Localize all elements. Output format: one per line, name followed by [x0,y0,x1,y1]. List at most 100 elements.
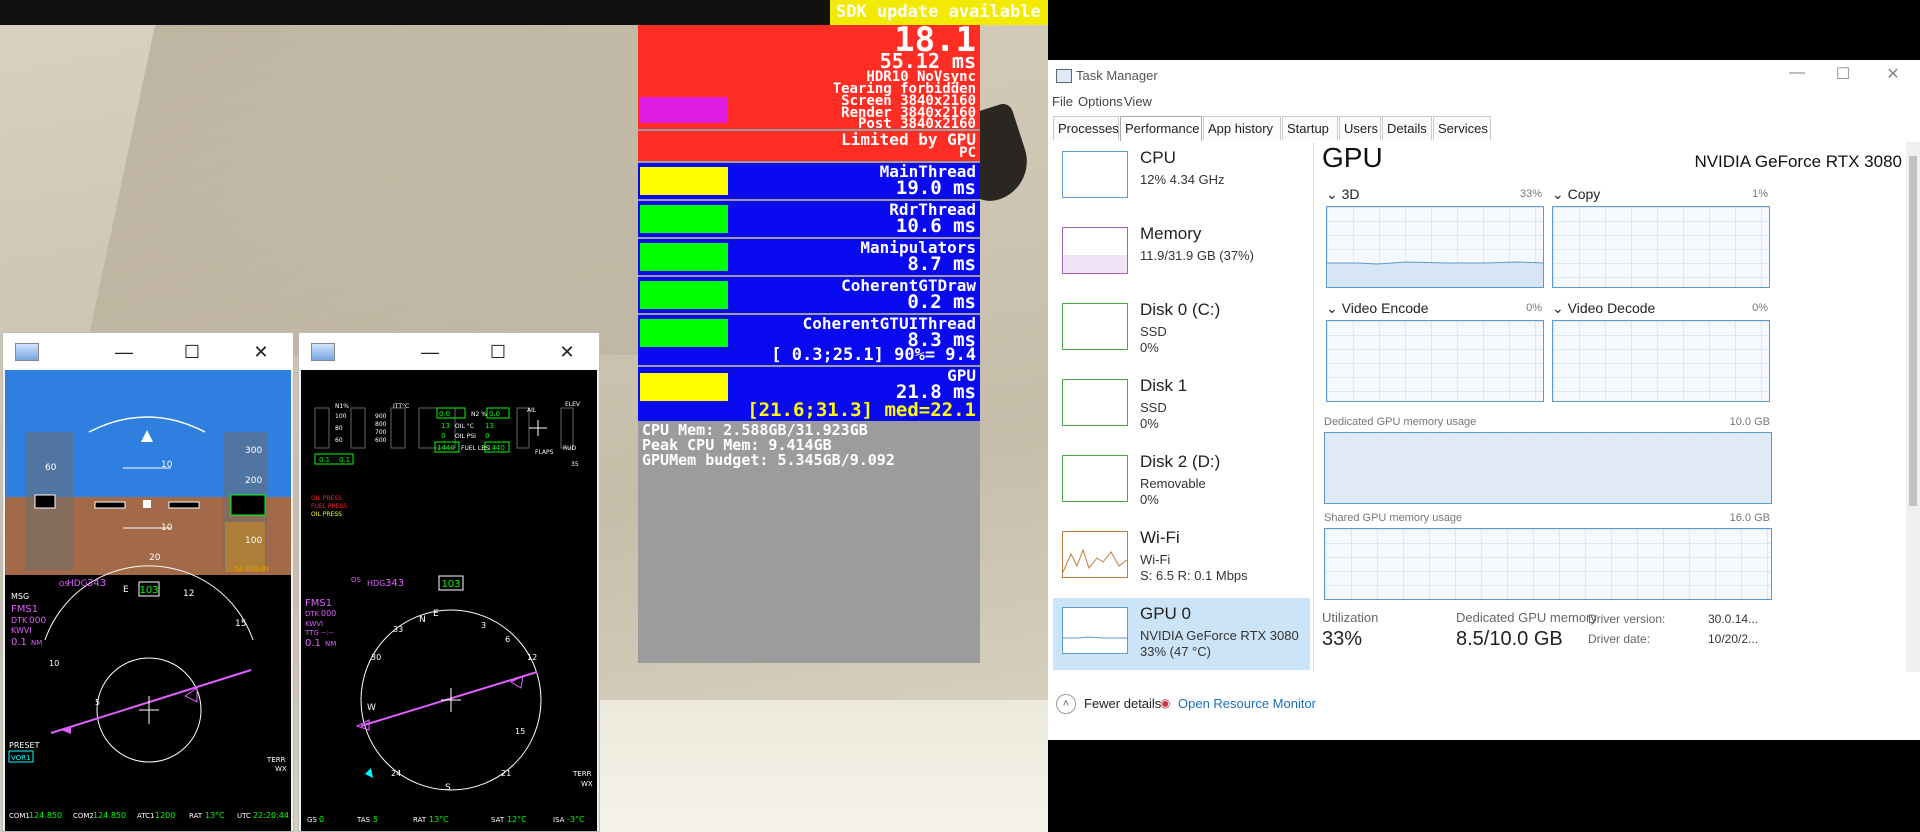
eis-kwvi: KWVI [305,620,323,628]
eis-display: N1% ITT°C 100 80 60 900 800 700 600 0.1 … [301,370,597,831]
eis-c100: 100 [335,413,347,420]
tab-processes[interactable]: Processes [1053,116,1119,140]
thread-ms: 19.0 ms [895,177,976,199]
menu-view[interactable]: View [1124,94,1152,109]
eis-flaps: FLAPS [535,449,554,456]
resource-item-disk1[interactable]: Disk 1 SSD 0% [1053,370,1310,442]
gpu-sparkline [1063,636,1127,639]
tab-users[interactable]: Users [1339,116,1381,140]
scrollbar[interactable] [1906,142,1920,672]
minimize-icon[interactable]: — [1782,64,1812,82]
resource-detail: 0% [1140,416,1159,431]
eis-compass-33: 33 [393,625,403,634]
close-icon[interactable]: ✕ [248,339,274,365]
resource-item-gpu0[interactable]: GPU 0 NVIDIA GeForce RTX 3080 33% (47 °C… [1053,598,1310,670]
thread-ms: 0.2 ms [907,291,976,313]
eis-c900: 900 [375,413,387,420]
task-manager-window[interactable]: Task Manager — ☐ ✕ File Options View Pro… [1048,60,1920,740]
pfd-speed-60: 60 [45,463,57,473]
eis-n1: N1% [335,403,349,410]
eis-compass-n: N [419,615,426,625]
engine-encode-label[interactable]: ⌄ Video Encode [1326,300,1429,317]
thread-bar [640,281,728,309]
engine-copy-label[interactable]: ⌄ Copy [1552,186,1600,203]
pfd-titlebar[interactable]: — ☐ ✕ [3,333,293,370]
eis-titlebar[interactable]: — ☐ ✕ [299,333,599,370]
gpu-stats: [21.6;31.3] med=22.1 [747,399,976,421]
tab-services[interactable]: Services [1433,116,1491,140]
gpu-thumbnail [1062,607,1128,654]
eis-c800: 800 [375,421,387,428]
minimize-icon[interactable]: — [417,339,443,365]
fewer-details-link[interactable]: Fewer details [1084,696,1161,711]
eis-compass-12: 12 [527,653,537,662]
eis-isa-label: ISA [553,816,565,824]
maximize-icon[interactable]: ☐ [1828,64,1858,84]
graph-grid [1553,207,1769,287]
engine-3d-label[interactable]: ⌄ 3D [1326,186,1360,203]
tab-performance[interactable]: Performance [1120,116,1202,141]
pfd-display: 60 300 200 100 10 10 20 50,000 IN HDG 34… [5,370,291,831]
pfd-nm: NM [31,639,42,647]
maximize-icon[interactable]: ☐ [485,339,511,365]
open-resource-monitor-link[interactable]: Open Resource Monitor [1178,696,1316,711]
resource-detail: 12% 4.34 GHz [1140,172,1225,187]
close-icon[interactable]: ✕ [554,339,580,365]
eis-ttg: TTG --:-- [304,629,334,637]
wifi-sparkline [1062,548,1128,573]
pfd-hdg-value: 343 [87,578,106,589]
pfd-alt-200: 200 [245,476,262,486]
pfd-pitch-10b: 10 [161,523,173,533]
close-icon[interactable]: ✕ [1878,64,1908,84]
eis-val-35: 35 [571,461,579,468]
pfd-preset: PRESET [9,741,40,750]
thread-stats: [ 0.3;25.1] 90%= 9.4 [771,345,976,365]
engine-decode-label[interactable]: ⌄ Video Decode [1552,300,1655,317]
eis-gs: 0 [319,815,324,824]
graph-grid [1325,433,1771,503]
thread-row: Manipulators 8.7 ms [638,239,980,275]
resource-detail: Removable [1140,476,1206,491]
eis-ail: AIL [527,407,537,414]
scrollbar-thumb[interactable] [1909,156,1917,506]
eis-sat-label: SAT [491,816,505,824]
eis-dist: 0.1 [305,638,321,649]
tab-startup[interactable]: Startup [1282,116,1338,140]
resource-item-disk0[interactable]: Disk 0 (C:) SSD 0% [1053,294,1310,366]
pfd-window[interactable]: — ☐ ✕ 60 300 200 100 10 10 20 50,000 IN … [2,332,294,832]
eis-itt: ITT°C [393,403,409,410]
tab-details[interactable]: Details [1382,116,1432,140]
eis-fuel-press: FUEL PRESS [311,503,347,510]
pfd-dtk-val: 000 [29,616,46,626]
eis-window[interactable]: — ☐ ✕ N1% ITT°C 100 80 60 900 800 700 60… [298,332,600,832]
cpu-thumbnail [1062,151,1128,198]
resource-detail: NVIDIA GeForce RTX 3080 [1140,628,1299,643]
memory-thumbnail [1062,227,1128,274]
menu-file[interactable]: File [1052,94,1073,109]
utilization-value: 33% [1322,628,1363,650]
utilization-label: Utilization [1322,610,1379,625]
engine-label-text: Video Decode [1567,300,1656,316]
eis-nr-b: 0.0 [489,410,500,418]
resource-item-wifi[interactable]: Wi-Fi Wi-Fi S: 6.5 R: 0.1 Mbps [1053,522,1310,594]
pfd-com2: 124.850 [93,811,126,820]
tab-app-history[interactable]: App history [1203,116,1281,140]
maximize-icon[interactable]: ☐ [179,339,205,365]
graph-grid [1325,529,1771,599]
resource-item-memory[interactable]: Memory 11.9/31.9 GB (37%) [1053,218,1310,290]
eis-compass-24: 24 [391,769,401,778]
menu-options[interactable]: Options [1078,94,1123,109]
pfd-alt-box: 50,000 IN [235,565,269,573]
chevron-up-icon[interactable]: ˄ [1056,694,1076,714]
thread-row: MainThread 19.0 ms [638,163,980,199]
resource-item-cpu[interactable]: CPU 12% 4.34 GHz [1053,142,1310,214]
pfd-com1-label: COM1 [9,812,30,820]
thread-bar [640,243,728,271]
graph-grid [1553,321,1769,401]
driver-date-label: Driver date: [1588,632,1651,646]
limited-panel: Limited by GPU PC [638,131,980,161]
window-title: Task Manager [1076,68,1158,83]
resource-item-disk2[interactable]: Disk 2 (D:) Removable 0% [1053,446,1310,518]
eis-oil-c: OIL °C [455,423,474,430]
minimize-icon[interactable]: — [111,339,137,365]
